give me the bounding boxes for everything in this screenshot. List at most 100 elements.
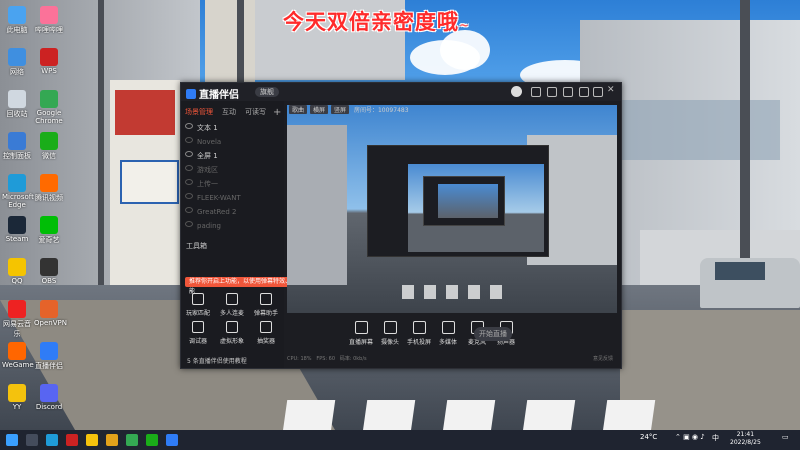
notification-center-icon[interactable]: ▭: [782, 433, 789, 441]
desktop-icon-label: 控制面板: [3, 152, 31, 160]
mode-tag-portrait[interactable]: 竖屏: [331, 105, 350, 114]
fps-status: FPS: 60: [316, 356, 336, 362]
visibility-eye-icon[interactable]: [185, 123, 193, 129]
desktop-icon[interactable]: QQ: [2, 258, 32, 285]
feedback-link[interactable]: 意见反馈: [593, 355, 613, 362]
visibility-eye-icon[interactable]: [185, 137, 193, 143]
scene-item[interactable]: 全屏 1: [185, 151, 281, 162]
clock[interactable]: 21:41 2022/8/25: [730, 431, 761, 447]
ime-indicator[interactable]: 中: [712, 433, 719, 443]
user-avatar[interactable]: [511, 86, 522, 97]
netease-music-icon[interactable]: [66, 434, 78, 446]
source-control-button[interactable]: 多媒体: [434, 321, 462, 346]
desktop-icon[interactable]: 此电脑: [2, 6, 32, 35]
start-icon[interactable]: [6, 434, 18, 446]
desktop-icon-label: 微信: [42, 152, 56, 160]
tool-button[interactable]: 抽奖器: [251, 321, 281, 345]
edge-icon[interactable]: [46, 434, 58, 446]
tool-button[interactable]: 多人连麦: [217, 293, 247, 317]
tray-icons[interactable]: ⌃ ▣ ◉ ♪: [675, 433, 705, 441]
desktop-icon[interactable]: 控制面板: [2, 132, 32, 161]
scene-item[interactable]: Novela: [185, 137, 281, 148]
visibility-eye-icon[interactable]: [185, 179, 193, 185]
app-shortcut-icon: [8, 342, 26, 360]
scene-item[interactable]: 游戏区: [185, 165, 281, 176]
desktop-icon-label: Discord: [35, 403, 63, 411]
desktop-icon[interactable]: Microsoft Edge: [2, 174, 34, 209]
title-bar[interactable]: 直播伴侣 旗舰 ✕: [181, 83, 621, 101]
desktop-icon[interactable]: 网易云音乐: [2, 300, 32, 339]
visibility-eye-icon[interactable]: [185, 193, 193, 199]
folder-icon[interactable]: [86, 434, 98, 446]
tutorial-tip[interactable]: 5 条直播伴侣使用教程: [187, 356, 247, 365]
desktop-icon[interactable]: Steam: [2, 216, 32, 243]
message-icon[interactable]: [547, 87, 557, 97]
tab-readwrite[interactable]: 可读写: [245, 108, 266, 116]
tool-button[interactable]: 调试器: [183, 321, 213, 345]
desktop-icon[interactable]: YY: [2, 384, 32, 411]
mode-tag-landscape[interactable]: 横屏: [310, 105, 329, 114]
search-icon[interactable]: [26, 434, 38, 446]
tool-label: 多人连麦: [219, 310, 244, 317]
desktop-icon[interactable]: WeGame: [2, 342, 34, 369]
desktop-icon[interactable]: 回收站: [2, 90, 32, 119]
live-companion-taskbar-icon[interactable]: [166, 434, 178, 446]
desktop-icon[interactable]: Google Chrome: [34, 90, 64, 125]
app-shortcut-icon: [8, 216, 26, 234]
scene-item[interactable]: FLEEK-WANT: [185, 193, 281, 204]
add-scene-button[interactable]: +: [273, 107, 281, 118]
scene-name: 上传一: [197, 180, 218, 188]
visibility-eye-icon[interactable]: [185, 151, 193, 157]
stream-preview[interactable]: [287, 105, 617, 313]
settings-icon[interactable]: [563, 87, 573, 97]
source-control-button[interactable]: 直播屏幕: [347, 321, 375, 346]
app-logo: 直播伴侣: [186, 86, 239, 101]
tab-scenes[interactable]: 场景管理: [185, 108, 213, 116]
app-shortcut-icon: [40, 384, 58, 402]
desktop-icon[interactable]: OpenVPN: [34, 300, 67, 327]
desktop-icon[interactable]: WPS: [34, 48, 64, 75]
desktop-icon-label: OBS: [41, 277, 57, 285]
desktop-icon[interactable]: 直播伴侣: [34, 342, 64, 371]
desktop-icon[interactable]: OBS: [34, 258, 64, 285]
tool-label: 玩家匹配: [185, 310, 210, 317]
tool-button[interactable]: 虚拟形象: [217, 321, 247, 345]
visibility-eye-icon[interactable]: [185, 207, 193, 213]
scene-item[interactable]: 文本 1: [185, 123, 281, 134]
explorer-icon[interactable]: [106, 434, 118, 446]
mode-tag-song[interactable]: 歌曲: [289, 105, 308, 114]
app-shortcut-icon: [8, 132, 26, 150]
weather-widget[interactable]: 24°C: [640, 433, 657, 441]
desktop-icon[interactable]: 腾讯视频: [34, 174, 64, 203]
visibility-eye-icon[interactable]: [185, 165, 193, 171]
left-tabs: 场景管理 互动 可读写: [185, 107, 275, 117]
tool-button[interactable]: 玩家匹配: [183, 293, 213, 317]
source-control-button[interactable]: 手机投屏: [405, 321, 433, 346]
app-shortcut-icon: [8, 258, 26, 276]
scene-item[interactable]: GreatRed 2: [185, 207, 281, 218]
desktop-icon-label: OpenVPN: [34, 319, 67, 327]
nested-preview-window: [367, 145, 549, 257]
tab-interact[interactable]: 互动: [222, 108, 236, 116]
wechat-icon[interactable]: [146, 434, 158, 446]
desktop-icon[interactable]: Discord: [34, 384, 64, 411]
minimize-icon[interactable]: [579, 87, 589, 97]
notification-icon[interactable]: [531, 87, 541, 97]
desktop-icon[interactable]: 哔哩哔哩: [34, 6, 64, 35]
close-icon[interactable]: ✕: [607, 85, 615, 95]
desktop-icon-label: Microsoft Edge: [2, 193, 34, 209]
scene-name: Novela: [197, 138, 222, 146]
scene-name: 文本 1: [197, 124, 218, 132]
scene-item[interactable]: 上传一: [185, 179, 281, 190]
visibility-eye-icon[interactable]: [185, 221, 193, 227]
maximize-icon[interactable]: [593, 87, 603, 97]
desktop-icon[interactable]: 微信: [34, 132, 64, 161]
desktop-icon[interactable]: 网络: [2, 48, 32, 77]
start-live-button[interactable]: 开始直播: [474, 327, 512, 341]
tool-button[interactable]: 弹幕助手: [251, 293, 281, 317]
chrome-icon[interactable]: [126, 434, 138, 446]
source-control-button[interactable]: 摄像头: [376, 321, 404, 346]
taskbar: 24°C ⌃ ▣ ◉ ♪ 中 21:41 2022/8/25 ▭: [0, 430, 800, 450]
scene-item[interactable]: pading: [185, 221, 281, 232]
desktop-icon[interactable]: 爱奇艺: [34, 216, 64, 245]
